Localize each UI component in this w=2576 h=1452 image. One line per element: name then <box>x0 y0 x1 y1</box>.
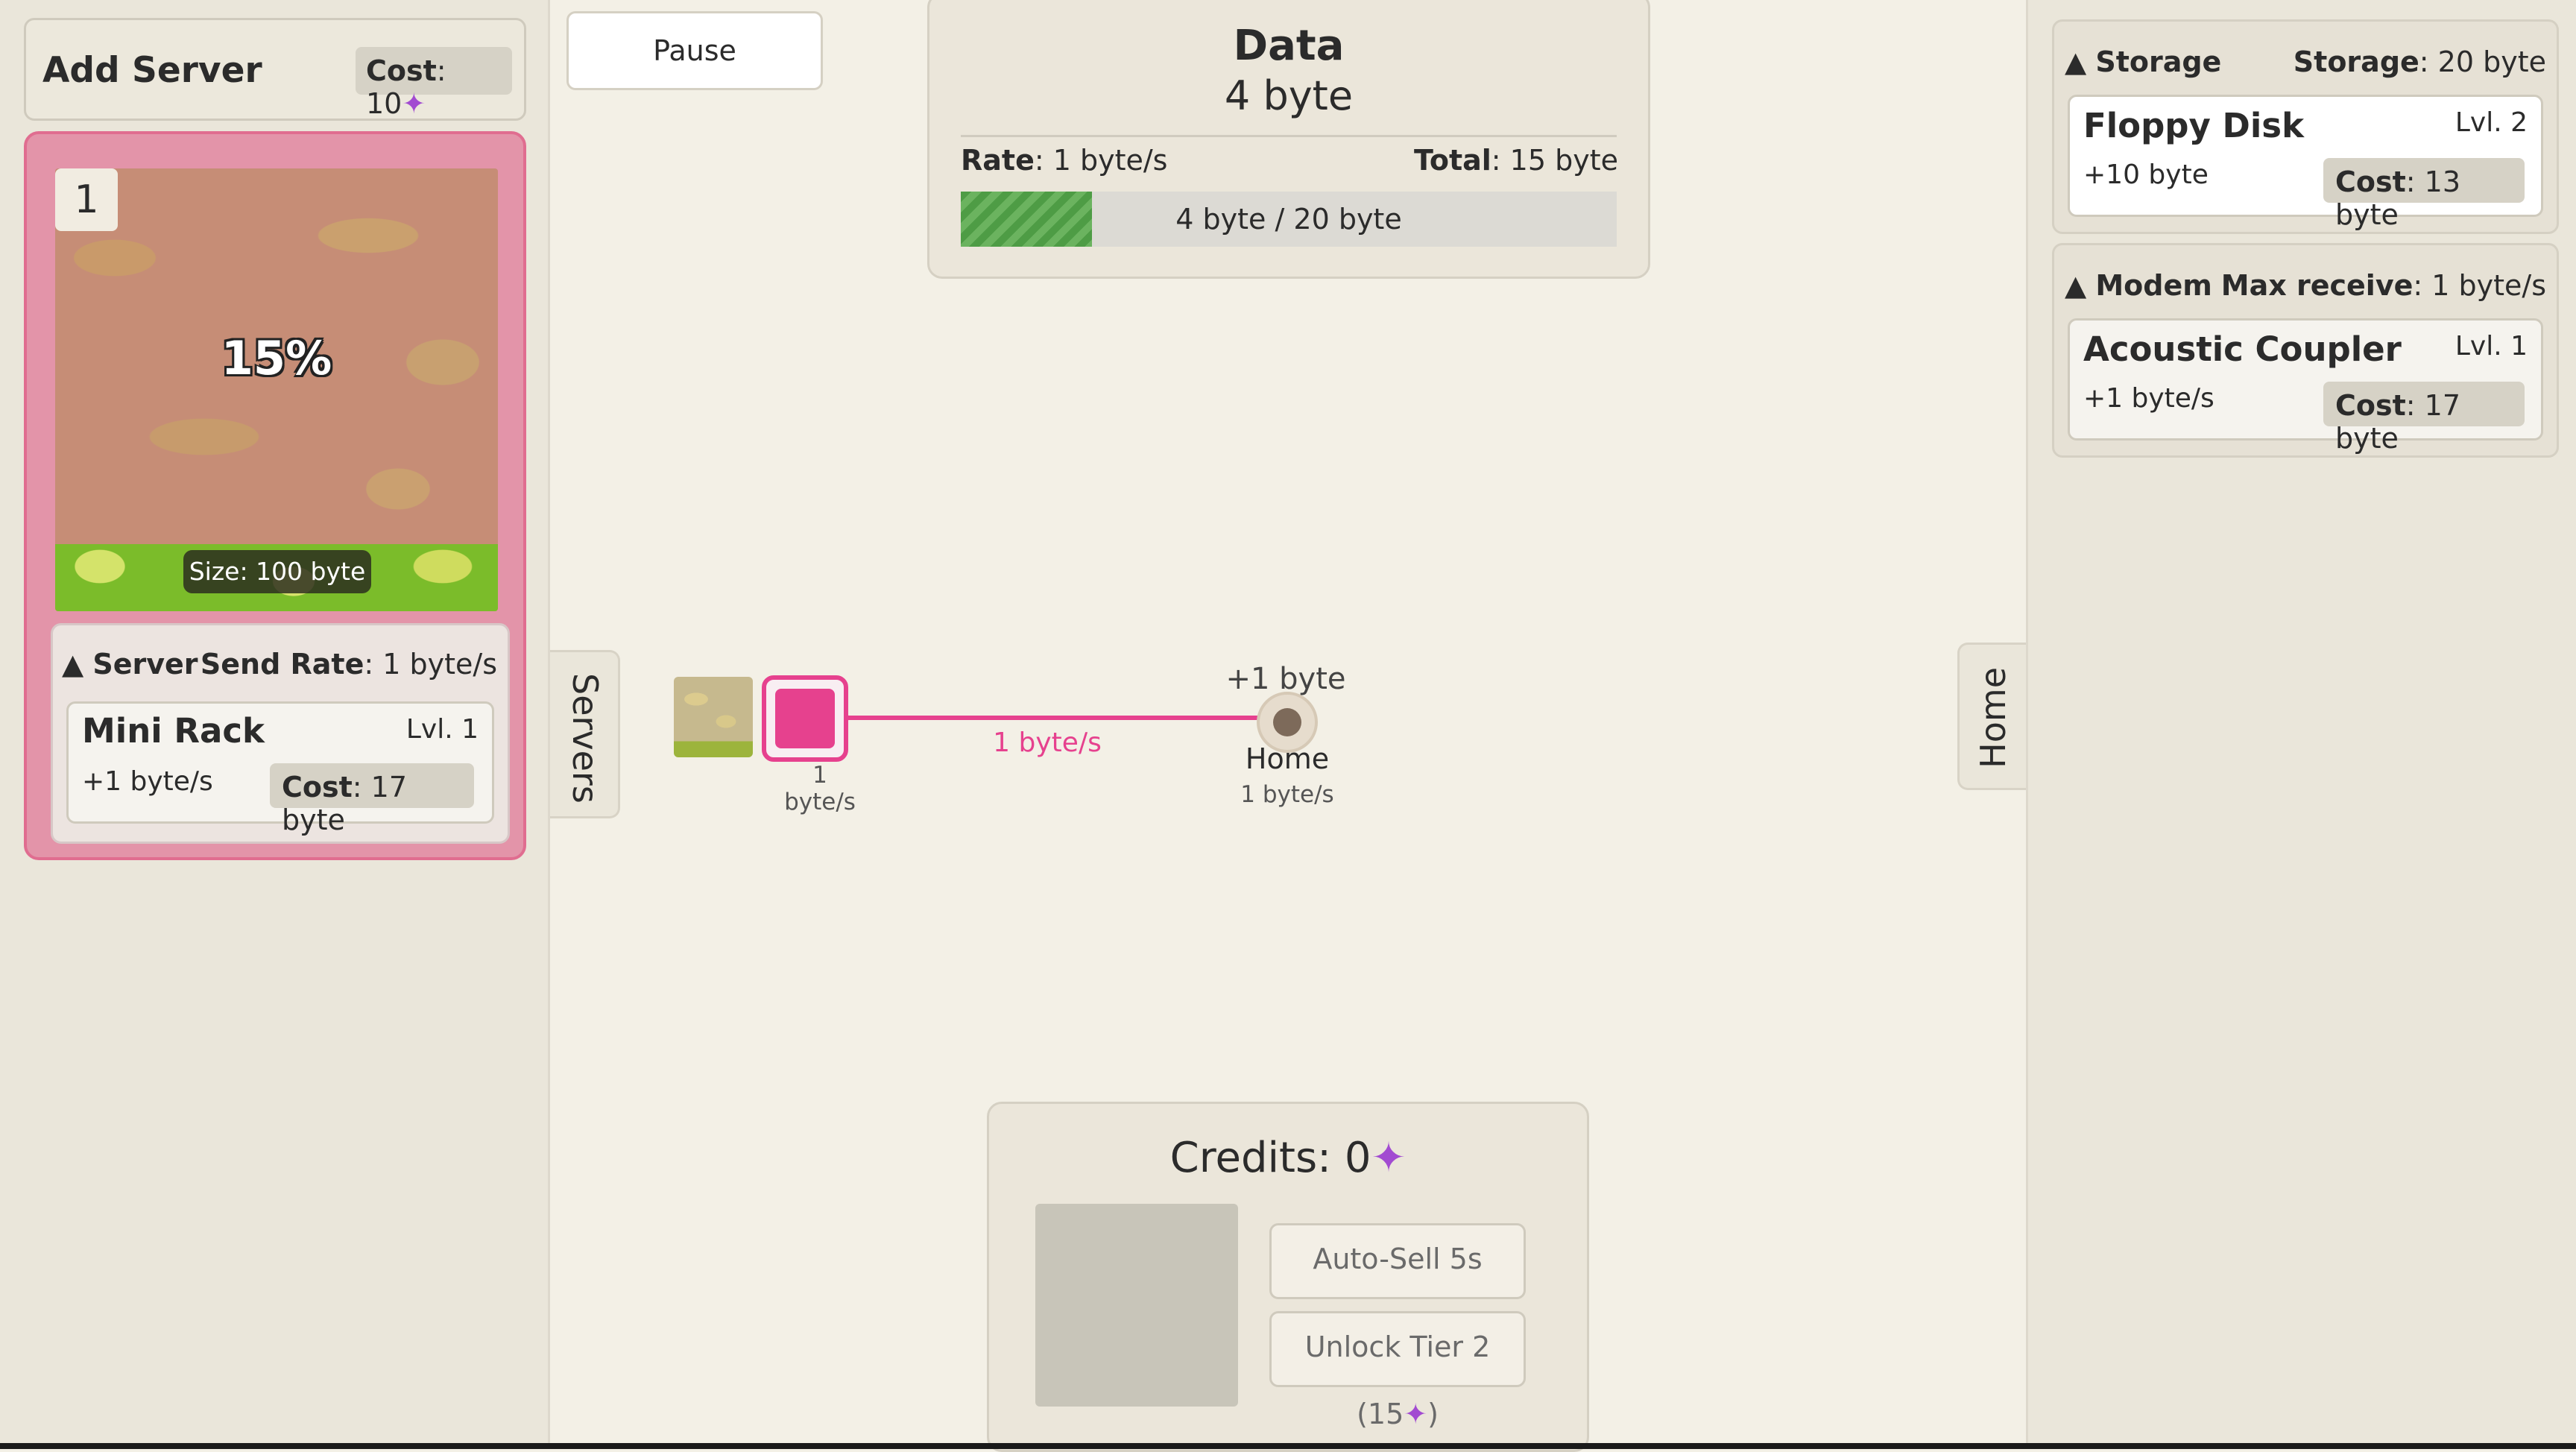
home-node-core <box>1273 708 1301 736</box>
total-value: : 15 byte <box>1491 144 1618 177</box>
cost-label: Cost <box>2335 165 2406 198</box>
upgrade-level: Lvl. 1 <box>405 714 479 745</box>
data-title: Data <box>1233 22 1345 70</box>
send-rate-stat: Send Rate: 1 byte/s <box>201 648 497 681</box>
server-node-core <box>775 689 835 748</box>
upgrade-effect: +1 byte/s <box>82 766 213 797</box>
servers-tab-label: Servers <box>565 673 605 804</box>
modem-panel: ▲ Modem Max receive: 1 byte/s Acoustic C… <box>2052 243 2559 458</box>
credit-star-icon: ✦ <box>402 87 426 120</box>
home-tab[interactable]: Home <box>1957 643 2027 790</box>
credit-star-icon: ✦ <box>1404 1398 1428 1430</box>
upgrade-level: Lvl. 1 <box>2455 331 2528 362</box>
modem-stat: Max receive: 1 byte/s <box>2221 269 2546 302</box>
unlock-suffix: ) <box>1427 1398 1439 1430</box>
bottom-edge <box>0 1443 2576 1449</box>
server-size-label: Size: 100 byte <box>183 550 371 593</box>
storage-progress-bar: 4 byte / 20 byte <box>961 192 1617 247</box>
collapse-arrow-icon: ▲ <box>2065 45 2087 78</box>
unlock-tier-button[interactable]: Unlock Tier 2 (15✦) <box>1269 1311 1526 1430</box>
home-tab-label: Home <box>1973 667 2013 768</box>
server-card[interactable]: 1 15% Size: 100 byte ▲ Server Send Rate:… <box>24 131 526 860</box>
modem-toggle[interactable]: ▲ Modem <box>2065 269 2212 302</box>
right-sidebar: ▲ Storage Storage: 20 byte Floppy Disk L… <box>2026 0 2576 1443</box>
sell-slot[interactable] <box>1035 1204 1238 1407</box>
divider <box>961 135 1617 137</box>
unlock-label: Unlock Tier 2 (15 <box>1304 1331 1491 1430</box>
add-server-title: Add Server <box>42 50 262 91</box>
upgrade-effect: +10 byte <box>2083 160 2209 190</box>
send-rate-label: Send Rate <box>200 648 364 681</box>
send-rate-value: : 1 byte/s <box>364 648 497 681</box>
buy-mini-rack-button[interactable]: Cost: 17 byte <box>270 763 474 836</box>
upgrade-level: Lvl. 2 <box>2455 107 2528 138</box>
mini-rack-upgrade: Mini Rack Lvl. 1 +1 byte/s Cost: 17 byte <box>66 701 494 836</box>
add-server-button[interactable]: Add Server Cost: 10✦ <box>24 18 526 121</box>
cost-label: Cost <box>282 771 353 804</box>
home-node-rate: 1 byte/s <box>1240 781 1334 808</box>
data-total: Total: 15 byte <box>1414 144 1618 177</box>
server-upgrade-panel: ▲ Server Send Rate: 1 byte/s Mini Rack L… <box>51 623 510 844</box>
rate-value: : 1 byte/s <box>1034 144 1168 177</box>
cost-label: Cost <box>2335 389 2406 422</box>
cost-label: Cost <box>366 54 437 87</box>
floppy-disk-upgrade: Floppy Disk Lvl. 2 +10 byte Cost: 13 byt… <box>2068 95 2543 231</box>
modem-stat-value: : 1 byte/s <box>2413 269 2546 302</box>
server-number-badge: 1 <box>55 168 118 231</box>
pause-button[interactable]: Pause <box>566 11 823 90</box>
server-image <box>55 168 498 611</box>
server-upgrade-title: Server <box>92 648 198 681</box>
rate-label: Rate <box>961 144 1035 177</box>
buy-acoustic-coupler-button[interactable]: Cost: 17 byte <box>2323 382 2525 455</box>
servers-tab[interactable]: Servers <box>550 650 620 818</box>
modem-title: Modem <box>2095 269 2212 302</box>
total-label: Total <box>1413 144 1491 177</box>
storage-title: Storage <box>2095 45 2222 78</box>
server-thumbnail[interactable] <box>674 677 753 757</box>
acoustic-coupler-upgrade: Acoustic Coupler Lvl. 1 +1 byte/s Cost: … <box>2068 318 2543 455</box>
collapse-arrow-icon: ▲ <box>62 648 84 681</box>
server-upgrade-toggle[interactable]: ▲ Server <box>62 648 198 681</box>
storage-stat: Storage: 20 byte <box>2294 45 2546 78</box>
upgrade-item-name: Acoustic Coupler <box>2083 329 2402 369</box>
left-sidebar: Add Server Cost: 10✦ 1 15% Size: 100 byt… <box>0 0 550 1443</box>
data-amount: 4 byte <box>1224 72 1354 119</box>
storage-toggle[interactable]: ▲ Storage <box>2065 45 2221 78</box>
server-node-rate: 1 byte/s <box>784 762 856 815</box>
auto-sell-button[interactable]: Auto-Sell 5s (50✦) <box>1269 1223 1526 1342</box>
upgrade-effect: +1 byte/s <box>2083 383 2214 414</box>
add-server-cost: Cost: 10✦ <box>356 47 512 120</box>
storage-panel: ▲ Storage Storage: 20 byte Floppy Disk L… <box>2052 19 2559 234</box>
upgrade-item-name: Floppy Disk <box>2083 106 2304 145</box>
server-progress-percent: 15% <box>221 331 332 385</box>
credit-star-icon: ✦ <box>1371 1134 1407 1182</box>
data-panel: Data 4 byte Rate: 1 byte/s Total: 15 byt… <box>927 0 1650 279</box>
modem-stat-label: Max receive <box>2220 269 2414 302</box>
credits-label: Credits: 0 <box>1169 1134 1371 1182</box>
upgrade-item-name: Mini Rack <box>82 711 265 751</box>
storage-stat-label: Storage <box>2293 45 2419 78</box>
collapse-arrow-icon: ▲ <box>2065 269 2087 302</box>
home-node-label: Home <box>1245 742 1330 775</box>
credits-title: Credits: 0✦ <box>989 1134 1587 1182</box>
data-rate: Rate: 1 byte/s <box>961 144 1167 177</box>
link-rate-label: 1 byte/s <box>993 727 1102 758</box>
credits-panel: Credits: 0✦ Auto-Sell 5s (50✦) Unlock Ti… <box>987 1102 1589 1452</box>
buy-floppy-disk-button[interactable]: Cost: 13 byte <box>2323 158 2525 231</box>
storage-stat-value: : 20 byte <box>2419 45 2546 78</box>
storage-progress-text: 4 byte / 20 byte <box>1175 203 1402 236</box>
